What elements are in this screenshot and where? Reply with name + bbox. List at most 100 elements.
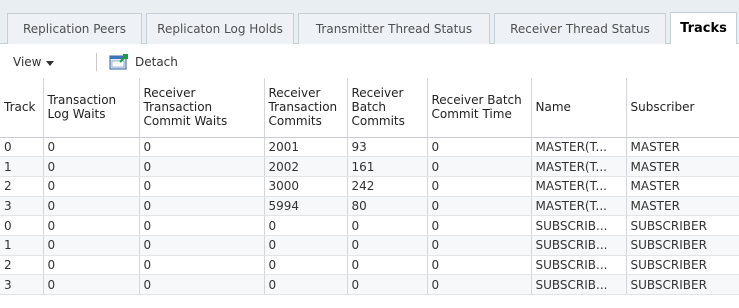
tab-bar: Replication Peers Replicaton Log Holds T… bbox=[0, 0, 739, 44]
tab-label: Transmitter Thread Status bbox=[315, 22, 473, 36]
table-cell: 3 bbox=[0, 274, 44, 295]
column-header-receiver-batch-commit-time[interactable]: Receiver Batch Commit Time bbox=[427, 78, 532, 138]
column-header-track[interactable]: Track bbox=[0, 78, 44, 138]
table-cell: 0 bbox=[347, 235, 428, 256]
table-cell: 0 bbox=[427, 137, 532, 158]
table-cell: SUBSCRIB... bbox=[531, 274, 627, 295]
table-cell: 161 bbox=[347, 156, 428, 177]
table-cell: 0 bbox=[139, 176, 265, 197]
table-row[interactable]: 3 0 0 0 0 0 SUBSCRIB... SUBSCRIBER bbox=[0, 274, 739, 295]
table-cell: 0 bbox=[139, 156, 265, 177]
table-cell: 242 bbox=[347, 176, 428, 197]
table-cell: SUBSCRIBER bbox=[626, 215, 739, 236]
table-cell: 1 bbox=[0, 235, 44, 256]
table-cell: MASTER(T... bbox=[531, 176, 627, 197]
table-cell: SUBSCRIBER bbox=[626, 274, 739, 295]
table-cell: 0 bbox=[264, 274, 348, 295]
column-header-receiver-batch-commits[interactable]: Receiver Batch Commits bbox=[347, 78, 428, 138]
table-cell: 0 bbox=[0, 215, 44, 236]
table-row[interactable]: 0 0 0 0 0 0 SUBSCRIB... SUBSCRIBER bbox=[0, 215, 739, 236]
tab-label: Receiver Thread Status bbox=[510, 22, 650, 36]
column-header-receiver-transaction-commits[interactable]: Receiver Transaction Commits bbox=[264, 78, 348, 138]
table-cell: 0 bbox=[139, 235, 265, 256]
table-row[interactable]: 2 0 0 3000 242 0 MASTER(T... MASTER bbox=[0, 176, 739, 197]
table-cell: 0 bbox=[264, 215, 348, 236]
table-cell: MASTER bbox=[626, 176, 739, 197]
tab-replication-peers[interactable]: Replication Peers bbox=[7, 13, 142, 44]
tab-label: Tracks bbox=[680, 21, 727, 36]
table-cell: 0 bbox=[347, 215, 428, 236]
table-cell: 3000 bbox=[264, 176, 348, 197]
table-cell: 2 bbox=[0, 255, 44, 276]
tab-replication-log-holds[interactable]: Replicaton Log Holds bbox=[146, 13, 294, 44]
table-cell: SUBSCRIBER bbox=[626, 235, 739, 256]
table-cell: MASTER(T... bbox=[531, 137, 627, 158]
table-cell: MASTER bbox=[626, 137, 739, 158]
column-header-transaction-log-waits[interactable]: Transaction Log Waits bbox=[43, 78, 140, 138]
table-cell: 0 bbox=[347, 274, 428, 295]
table-row[interactable]: 3 0 0 5994 80 0 MASTER(T... MASTER bbox=[0, 196, 739, 217]
table-cell: 2001 bbox=[264, 137, 348, 158]
detach-button[interactable]: Detach bbox=[109, 52, 178, 72]
tab-transmitter-thread-status[interactable]: Transmitter Thread Status bbox=[298, 13, 490, 44]
table-cell: 93 bbox=[347, 137, 428, 158]
table-cell: MASTER(T... bbox=[531, 156, 627, 177]
table-cell: 0 bbox=[427, 235, 532, 256]
table-cell: 0 bbox=[139, 274, 265, 295]
tracks-table: Track Transaction Log Waits Receiver Tra… bbox=[0, 78, 739, 295]
table-cell: 0 bbox=[43, 274, 140, 295]
table-cell: 0 bbox=[43, 215, 140, 236]
table-cell: SUBSCRIBER bbox=[626, 255, 739, 276]
table-cell: 0 bbox=[43, 137, 140, 158]
tab-label: Replication Peers bbox=[23, 22, 126, 36]
table-cell: MASTER(T... bbox=[531, 196, 627, 217]
table-cell: 0 bbox=[427, 156, 532, 177]
table-cell: SUBSCRIB... bbox=[531, 215, 627, 236]
table-cell: 0 bbox=[139, 215, 265, 236]
table-cell: SUBSCRIB... bbox=[531, 235, 627, 256]
table-cell: 0 bbox=[264, 255, 348, 276]
table-cell: 0 bbox=[427, 215, 532, 236]
table-cell: 2002 bbox=[264, 156, 348, 177]
table-cell: 0 bbox=[139, 196, 265, 217]
table-cell: 0 bbox=[43, 176, 140, 197]
table-cell: SUBSCRIB... bbox=[531, 255, 627, 276]
table-row[interactable]: 1 0 0 0 0 0 SUBSCRIB... SUBSCRIBER bbox=[0, 235, 739, 256]
table-row[interactable]: 1 0 0 2002 161 0 MASTER(T... MASTER bbox=[0, 156, 739, 177]
table-cell: 0 bbox=[427, 255, 532, 276]
toolbar: View Detach bbox=[0, 44, 739, 78]
table-cell: 0 bbox=[43, 235, 140, 256]
detach-label: Detach bbox=[135, 55, 178, 69]
view-menu-button[interactable]: View bbox=[13, 53, 55, 71]
table-cell: 1 bbox=[0, 156, 44, 177]
table-cell: MASTER bbox=[626, 196, 739, 217]
table-cell: 0 bbox=[43, 156, 140, 177]
table-cell: 80 bbox=[347, 196, 428, 217]
table-cell: 0 bbox=[427, 274, 532, 295]
table-cell: 0 bbox=[264, 235, 348, 256]
table-cell: 0 bbox=[347, 255, 428, 276]
table-cell: 2 bbox=[0, 176, 44, 197]
table-header-row: Track Transaction Log Waits Receiver Tra… bbox=[0, 78, 739, 138]
table-cell: 0 bbox=[139, 255, 265, 276]
table-cell: 0 bbox=[427, 176, 532, 197]
toolbar-divider bbox=[96, 53, 97, 71]
table-cell: 0 bbox=[43, 255, 140, 276]
table-row[interactable]: 0 0 0 2001 93 0 MASTER(T... MASTER bbox=[0, 137, 739, 158]
tab-label: Replicaton Log Holds bbox=[157, 22, 283, 36]
column-header-subscriber[interactable]: Subscriber bbox=[626, 78, 739, 138]
table-cell: 3 bbox=[0, 196, 44, 217]
table-cell: 0 bbox=[0, 137, 44, 158]
table-cell: 5994 bbox=[264, 196, 348, 217]
table-cell: 0 bbox=[43, 196, 140, 217]
table-cell: MASTER bbox=[626, 156, 739, 177]
tab-tracks[interactable]: Tracks bbox=[670, 12, 737, 44]
column-header-name[interactable]: Name bbox=[531, 78, 627, 138]
detach-icon bbox=[109, 54, 128, 70]
view-menu-label: View bbox=[13, 55, 42, 69]
table-row[interactable]: 2 0 0 0 0 0 SUBSCRIB... SUBSCRIBER bbox=[0, 255, 739, 276]
table-cell: 0 bbox=[427, 196, 532, 217]
tab-receiver-thread-status[interactable]: Receiver Thread Status bbox=[494, 13, 666, 44]
column-header-receiver-transaction-commit-waits[interactable]: Receiver Transaction Commit Waits bbox=[139, 78, 265, 138]
table-cell: 0 bbox=[139, 137, 265, 158]
